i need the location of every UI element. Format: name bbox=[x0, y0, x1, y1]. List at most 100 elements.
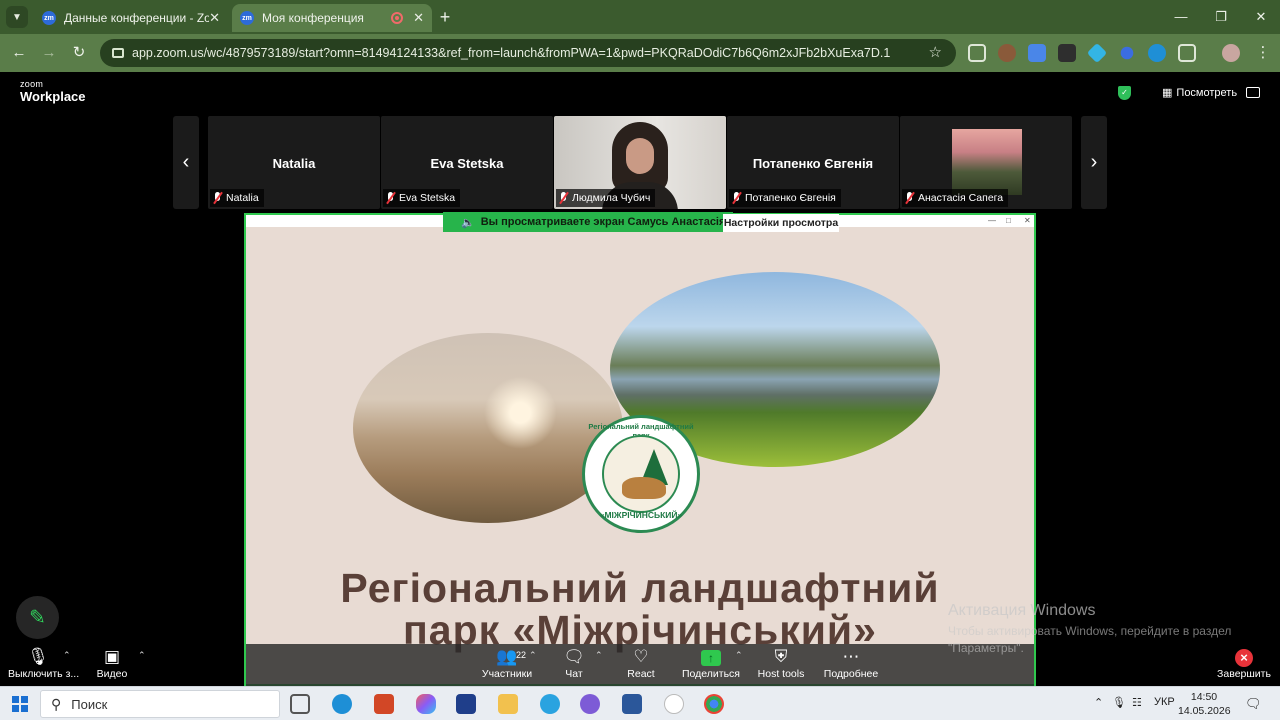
share-options-caret[interactable]: ⌃ bbox=[735, 650, 743, 661]
word-app-icon[interactable] bbox=[622, 694, 642, 714]
tab-search-button[interactable]: ▼ bbox=[6, 6, 28, 28]
diamond-extension-icon[interactable] bbox=[1086, 42, 1108, 64]
tt-extension-icon[interactable] bbox=[1058, 44, 1076, 62]
save-app-icon[interactable] bbox=[456, 694, 476, 714]
notifications-icon[interactable]: 🗨 bbox=[1245, 696, 1262, 712]
participant-name: Natalia bbox=[272, 156, 316, 171]
participant-label-text: Eva Stetska bbox=[399, 192, 456, 204]
share-button[interactable]: ↑ Поделиться bbox=[680, 646, 742, 684]
tray-network-icon[interactable]: ☷ bbox=[1132, 696, 1142, 709]
taskbar-clock[interactable]: 14:50 14.05.2026 bbox=[1178, 690, 1231, 718]
meeting-toolbar: 🎙 Выключить з... ⌃ ▣ Видео ⌃ 👥 Участники… bbox=[0, 644, 1280, 686]
puzzle-extensions-icon[interactable] bbox=[1178, 44, 1196, 62]
chevron-down-icon: ▼ bbox=[12, 11, 22, 23]
close-window-button[interactable]: ✕ bbox=[1246, 6, 1276, 28]
url-field[interactable]: app.zoom.us/wc/4879573189/start?omn=8149… bbox=[100, 39, 956, 67]
file-explorer-icon[interactable] bbox=[498, 694, 518, 714]
participant-name: Eva Stetska bbox=[430, 156, 504, 171]
share-banner-text: Вы просматриваете экран Самусь Анастасія bbox=[480, 216, 726, 228]
encryption-shield-icon[interactable]: ✓ bbox=[1118, 86, 1131, 100]
video-button[interactable]: ▣ Видео bbox=[92, 646, 132, 684]
share-label: Поделиться bbox=[682, 668, 740, 680]
close-tab-icon[interactable]: ✕ bbox=[209, 10, 220, 26]
tab-my-conference[interactable]: zm Моя конференция ✕ bbox=[232, 4, 432, 32]
react-label: React bbox=[627, 668, 655, 680]
participant-tile[interactable]: Natalia Natalia bbox=[208, 116, 380, 209]
view-settings-button[interactable]: Настройки просмотра bbox=[723, 214, 839, 232]
maximize-button[interactable]: ❐ bbox=[1206, 6, 1236, 28]
search-placeholder: Поиск bbox=[71, 696, 108, 712]
zoom-app-icon[interactable] bbox=[664, 694, 684, 714]
telegram-app-icon[interactable] bbox=[540, 694, 560, 714]
participant-tile-photo[interactable]: Анастасія Сапега bbox=[900, 116, 1072, 209]
chat-label: Чат bbox=[565, 668, 583, 680]
gallery-prev-button[interactable]: ‹ bbox=[173, 116, 199, 209]
edge-extension-icon[interactable] bbox=[1148, 44, 1166, 62]
mute-options-caret[interactable]: ⌃ bbox=[63, 650, 71, 661]
windows-start-button[interactable] bbox=[12, 696, 28, 712]
dot-extension-icon[interactable] bbox=[1120, 46, 1134, 60]
screenshot-extension-icon[interactable] bbox=[968, 44, 986, 62]
task-view-icon[interactable] bbox=[290, 694, 310, 714]
shared-minimize-icon: — bbox=[988, 216, 996, 225]
mic-muted-icon bbox=[213, 192, 222, 204]
address-bar: ← → ↻ app.zoom.us/wc/4879573189/start?om… bbox=[0, 34, 1280, 72]
chrome-app-icon[interactable] bbox=[704, 694, 724, 714]
site-info-icon[interactable] bbox=[112, 48, 124, 58]
person-face bbox=[626, 138, 654, 174]
language-indicator[interactable]: УКР bbox=[1154, 696, 1175, 708]
view-button[interactable]: ▦ Посмотреть bbox=[1162, 86, 1237, 100]
profile-avatar[interactable] bbox=[1222, 44, 1240, 62]
host-tools-button[interactable]: ⛨ Host tools bbox=[754, 646, 808, 684]
participant-label: Eva Stetska bbox=[383, 189, 461, 207]
taskbar-search-box[interactable]: ⚲ Поиск bbox=[40, 690, 280, 718]
browser-tab-bar: ▼ zm Данные конференции - Zoom ✕ zm Моя … bbox=[0, 0, 1280, 34]
seal-inner bbox=[602, 435, 680, 513]
end-x-icon: × bbox=[1212, 646, 1276, 668]
search-icon: ⚲ bbox=[51, 695, 62, 712]
participant-tile-video[interactable]: Людмила Чубич bbox=[554, 116, 726, 209]
start-tile bbox=[12, 696, 19, 703]
activation-line2: "Параметры". bbox=[948, 641, 1024, 655]
more-button[interactable]: ⋯ Подробнее bbox=[820, 646, 882, 684]
tab-conference-data[interactable]: zm Данные конференции - Zoom ✕ bbox=[34, 4, 228, 32]
powerpoint-app-icon[interactable] bbox=[374, 694, 394, 714]
translate-extension-icon[interactable] bbox=[1028, 44, 1046, 62]
gallery-next-button[interactable]: › bbox=[1081, 116, 1107, 209]
lynx-icon bbox=[622, 477, 666, 499]
windows-taskbar: ⚲ Поиск ⌃ 🎙 ☷ УКР 14:50 14.05.2026 🗨 bbox=[0, 686, 1280, 720]
edge-app-icon[interactable] bbox=[332, 694, 352, 714]
tray-chevron-icon[interactable]: ⌃ bbox=[1094, 696, 1103, 709]
tray-microphone-icon[interactable]: 🎙 bbox=[1112, 696, 1126, 709]
annotate-pencil-button[interactable]: ✎ bbox=[16, 596, 59, 639]
mic-muted-icon bbox=[559, 192, 568, 204]
mic-muted-icon bbox=[732, 192, 741, 204]
chat-button[interactable]: 🗨 Чат bbox=[558, 646, 590, 684]
participant-name: Потапенко Євгенія bbox=[752, 156, 874, 171]
kebab-menu-icon[interactable]: ⋮ bbox=[1252, 42, 1274, 64]
bookmark-star-icon[interactable]: ☆ bbox=[929, 43, 942, 61]
start-tile bbox=[12, 705, 19, 712]
back-button[interactable]: ← bbox=[8, 42, 30, 64]
end-meeting-button[interactable]: × Завершить bbox=[1212, 646, 1276, 684]
mute-button[interactable]: 🎙 Выключить з... bbox=[8, 646, 79, 684]
forward-button[interactable]: → bbox=[38, 42, 60, 64]
viber-app-icon[interactable] bbox=[580, 694, 600, 714]
shared-screen[interactable]: — □ ✕ Регіональний ландшафтний парк «МІЖ… bbox=[244, 213, 1036, 686]
recording-icon bbox=[391, 12, 404, 24]
pencil-icon: ✎ bbox=[29, 607, 46, 629]
participant-tile[interactable]: Потапенко Євгенія Потапенко Євгенія bbox=[727, 116, 899, 209]
participant-tile[interactable]: Eva Stetska Eva Stetska bbox=[381, 116, 553, 209]
copilot-app-icon[interactable] bbox=[416, 694, 436, 714]
react-button[interactable]: ♡ React bbox=[622, 646, 660, 684]
close-tab-icon[interactable]: ✕ bbox=[413, 10, 424, 26]
reload-button[interactable]: ↻ bbox=[68, 42, 90, 64]
video-options-caret[interactable]: ⌃ bbox=[138, 650, 146, 661]
participants-options-caret[interactable]: ⌃ bbox=[529, 650, 537, 661]
minimize-button[interactable]: — bbox=[1166, 6, 1196, 28]
owl-extension-icon[interactable] bbox=[998, 44, 1016, 62]
participant-label: Natalia bbox=[210, 189, 264, 207]
new-tab-button[interactable]: + bbox=[434, 6, 456, 28]
picture-in-picture-icon[interactable] bbox=[1246, 87, 1260, 98]
chat-options-caret[interactable]: ⌃ bbox=[595, 650, 603, 661]
